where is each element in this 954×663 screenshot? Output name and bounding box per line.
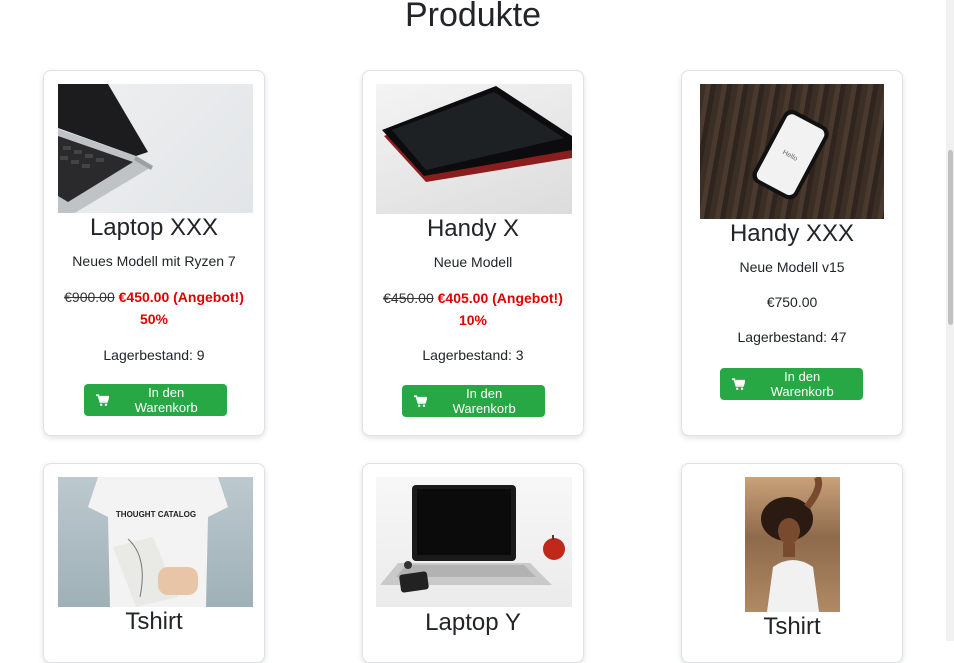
product-description: Neues Modell mit Ryzen 7 bbox=[72, 253, 236, 269]
discount-percent: 50% bbox=[139, 311, 169, 327]
old-price: €900.00 bbox=[64, 289, 115, 305]
product-card: THOUGHT CATALOG Tshirt bbox=[43, 463, 265, 663]
old-price: €450.00 bbox=[383, 290, 434, 306]
product-image[interactable]: Hello bbox=[700, 84, 884, 219]
product-description: Neue Modell bbox=[433, 254, 513, 270]
product-price: €900.00 €450.00 (Angebot!) 50% bbox=[44, 286, 264, 330]
product-name[interactable]: Tshirt bbox=[44, 608, 264, 636]
scrollbar-thumb[interactable] bbox=[948, 150, 953, 325]
product-price: €450.00 €405.00 (Angebot!) 10% bbox=[363, 287, 583, 331]
shirt-print-text: THOUGHT CATALOG bbox=[116, 510, 196, 519]
add-to-cart-button[interactable]: In den Warenkorb bbox=[84, 384, 227, 416]
page-title: Produkte bbox=[404, 0, 542, 34]
sale-price: €450.00 (Angebot!) bbox=[118, 289, 244, 305]
stock-count: Lagerbestand: 47 bbox=[737, 329, 847, 345]
scrollbar[interactable] bbox=[946, 0, 954, 641]
product-image[interactable] bbox=[376, 477, 572, 607]
product-name[interactable]: Tshirt bbox=[682, 613, 902, 641]
product-card: Tshirt bbox=[681, 463, 903, 663]
product-name[interactable]: Laptop XXX bbox=[44, 214, 264, 242]
cart-icon bbox=[414, 394, 428, 407]
product-card: Laptop XXX Neues Modell mit Ryzen 7 €900… bbox=[43, 70, 265, 436]
stock-count: Lagerbestand: 3 bbox=[422, 347, 524, 363]
product-image[interactable] bbox=[58, 84, 253, 213]
stock-count: Lagerbestand: 9 bbox=[103, 347, 205, 363]
product-image[interactable] bbox=[376, 84, 572, 214]
product-image[interactable]: THOUGHT CATALOG bbox=[58, 477, 253, 607]
product-name[interactable]: Handy XXX bbox=[682, 220, 902, 248]
product-price: €750.00 bbox=[766, 294, 818, 310]
cart-icon bbox=[96, 393, 110, 406]
add-to-cart-label: In den Warenkorb bbox=[452, 386, 516, 416]
add-to-cart-button[interactable]: In den Warenkorb bbox=[402, 385, 545, 417]
cart-icon bbox=[732, 377, 746, 390]
product-card: Handy X Neue Modell €450.00 €405.00 (Ang… bbox=[362, 70, 584, 436]
product-name[interactable]: Handy X bbox=[363, 215, 583, 243]
discount-percent: 10% bbox=[458, 312, 488, 328]
add-to-cart-label: In den Warenkorb bbox=[134, 385, 198, 415]
sale-price: €405.00 (Angebot!) bbox=[437, 290, 563, 306]
add-to-cart-button[interactable]: In den Warenkorb bbox=[720, 368, 863, 400]
product-description: Neue Modell v15 bbox=[739, 259, 845, 275]
product-name[interactable]: Laptop Y bbox=[363, 609, 583, 637]
product-image[interactable] bbox=[745, 477, 840, 612]
add-to-cart-label: In den Warenkorb bbox=[770, 369, 834, 399]
product-card: Laptop Y bbox=[362, 463, 584, 663]
product-card: Hello Handy XXX Neue Modell v15 €750.00 … bbox=[681, 70, 903, 436]
